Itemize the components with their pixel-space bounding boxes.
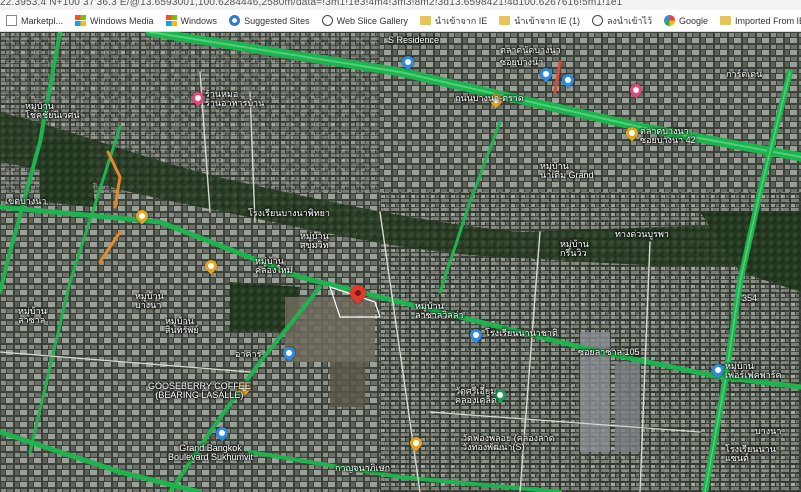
globe-icon xyxy=(592,15,604,26)
windows-icon xyxy=(165,15,177,26)
folder-icon xyxy=(419,16,431,25)
map-label: หมู่บ้าน ลาซาลวิลล่า xyxy=(415,301,464,321)
map-imagery xyxy=(0,32,801,492)
map-label: ร้านหมอ ร้านอาหารบ้าน xyxy=(205,89,265,109)
bookmark-label: Google xyxy=(679,15,709,26)
map-label: โรงเรียนนานาชาติ xyxy=(485,328,558,338)
map-label: หมู่บ้าน นาเดิม Grand xyxy=(540,161,594,181)
address-bar[interactable]: 22.3953.4 N+100 37'36.3 E/@13.6593001,10… xyxy=(0,0,801,10)
satellite-map[interactable]: S Residence ตลาดนัดบางนา ซอยบางนา การ์ดเ… xyxy=(0,32,801,492)
map-label: หมู่บ้าน เพอร์เฟคพาร์ค xyxy=(725,361,782,381)
map-label: โรงเรียนนาน แซนต์ xyxy=(725,444,776,464)
map-label: หมู่บ้าน คลองใหม่ xyxy=(255,256,293,276)
bookmark-label: Marketpl... xyxy=(21,15,64,26)
folder-icon xyxy=(499,16,511,25)
map-label: ซอยบางนา xyxy=(500,57,544,67)
place-label-grand-bangkok[interactable]: Grand Bangkok Boulevard Sukhumvit xyxy=(168,443,253,463)
map-label: ตลาดนัดบางนา xyxy=(500,45,561,55)
map-label: หมู่บ้าน ลาซาล xyxy=(18,306,47,326)
map-label: หมู่บ้าน สุขุมวิท xyxy=(300,231,329,251)
windows-icon xyxy=(75,15,87,26)
bookmark-label: นำเข้าจาก IE xyxy=(434,15,488,26)
bookmark-item[interactable]: Web Slice Gallery xyxy=(316,10,414,31)
bookmark-item[interactable]: Marketpl... xyxy=(0,10,69,31)
bookmarks-bar: Marketpl... Windows Media Windows Suggested… xyxy=(0,10,801,32)
bookmark-label: Imported From IE xyxy=(735,15,801,26)
map-label: ซอยลาซาล 105 xyxy=(578,347,640,357)
map-label: ทางด่วนบูรพา xyxy=(615,229,669,239)
bookmark-label: Windows Media xyxy=(90,15,154,26)
bookmark-label: ลงนำเข้าไว้ xyxy=(607,15,653,26)
map-label: หมู่บ้าน กรีนวิว xyxy=(560,239,589,259)
place-label-gooseberry-coffee[interactable]: GOOSEBERRY COFFEE (BEARING LASALLE) xyxy=(148,381,251,401)
url-text: 22.3953.4 N+100 37'36.3 E/@13.6593001,10… xyxy=(0,0,623,8)
road-number-label: 354 xyxy=(742,293,758,303)
page-icon xyxy=(6,15,17,26)
road-label: เขตบางนา xyxy=(5,196,47,206)
map-label: วัดฟองพลอย (คลองลาด วังทองพัฒนา(S) xyxy=(462,433,555,453)
map-label: ตลาดบางนา ซอยบางนา 42 xyxy=(640,126,696,146)
bookmark-label: Windows xyxy=(180,15,218,26)
map-label: S Residence xyxy=(388,35,440,45)
bookmark-item[interactable]: นำเข้าจาก IE (1) xyxy=(493,10,586,31)
bookmark-item[interactable]: ลงนำเข้าไว้ xyxy=(586,10,658,31)
bookmark-item[interactable]: Suggested Sites xyxy=(223,10,316,31)
bookmark-item[interactable]: Google xyxy=(658,10,714,31)
map-label: หมู่บ้าน โชคชัยนิเวศน์ xyxy=(25,101,80,121)
bookmark-label: Web Slice Gallery xyxy=(336,15,408,26)
bookmark-item[interactable]: Windows Media xyxy=(69,10,160,31)
map-label: อาคาร xyxy=(235,349,262,359)
road-label: กาญจนาภิเษก xyxy=(335,463,391,473)
map-label: หมู่บ้าน บางนา xyxy=(135,291,164,311)
bookmark-item[interactable]: Windows xyxy=(160,10,224,31)
google-icon xyxy=(664,15,676,26)
folder-icon xyxy=(720,16,732,25)
map-label: บางนา xyxy=(755,426,782,436)
map-label: หมู่บ้าน สินทรัพย์ xyxy=(165,316,199,336)
map-label: โรงเรียนบางนาพิทยา xyxy=(248,208,330,218)
web-slice-icon xyxy=(321,15,333,26)
ie-icon xyxy=(229,15,241,26)
bookmark-label: Suggested Sites xyxy=(244,15,310,26)
bookmark-item[interactable]: นำเข้าจาก IE xyxy=(414,10,493,31)
road-label: ถนนบางนา-ตราด xyxy=(455,93,524,103)
bookmark-item[interactable]: Imported From IE xyxy=(714,10,801,31)
bookmark-label: นำเข้าจาก IE (1) xyxy=(514,15,581,26)
map-label: วัดศรีเอี่ยม คลองเคล็ด xyxy=(455,386,497,406)
map-label: การ์ดเดน xyxy=(726,69,763,79)
